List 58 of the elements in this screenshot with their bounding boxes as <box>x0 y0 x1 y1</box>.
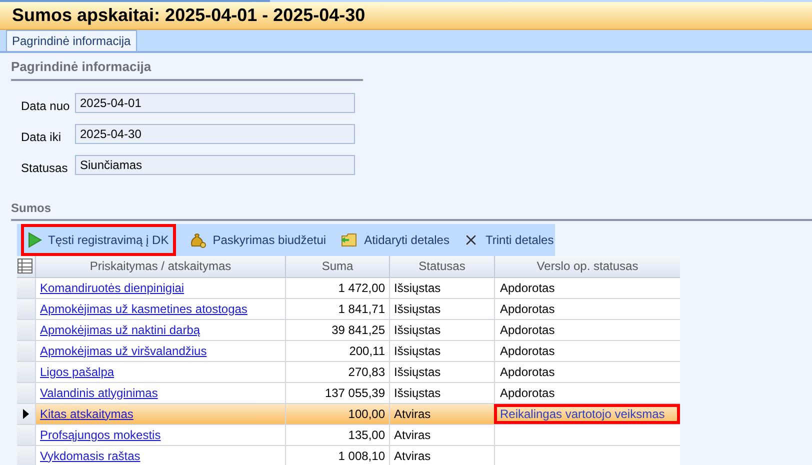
text-field[interactable]: 2025-04-30 <box>75 124 355 144</box>
link[interactable]: Kitas atskaitymas <box>40 404 134 422</box>
link[interactable]: Apmokėjimas už viršvalandžius <box>40 342 207 360</box>
table-cell: Išsiųstas <box>389 278 494 298</box>
table-cell: Apdorotas <box>494 382 680 402</box>
table-cell: 100,00 <box>285 404 389 424</box>
column-header[interactable]: Verslo op. statusas <box>494 256 680 276</box>
column-header[interactable]: Statusas <box>389 256 494 276</box>
table-cell: Atviras <box>389 446 494 465</box>
table-cell: Išsiųstas <box>389 320 494 340</box>
table-cell: Apdorotas <box>494 320 680 340</box>
link[interactable]: Apmokėjimas už kasmetines atostogas <box>40 300 248 318</box>
table-cell: Atviras <box>389 424 494 444</box>
field-label: Data iki <box>21 128 62 146</box>
toolbar-button[interactable]: Atidaryti detales <box>333 224 456 256</box>
table-cell: Apdorotas <box>494 298 680 318</box>
column-header[interactable]: Priskaitymas / atskaitymas <box>35 256 285 276</box>
row-header[interactable] <box>17 404 35 424</box>
link[interactable]: Komandiruotės dienpinigiai <box>40 278 184 296</box>
link[interactable]: Ligos pašalpa <box>40 362 114 380</box>
folder-icon <box>340 232 358 248</box>
table-cell: 1 472,00 <box>285 278 389 298</box>
table-cell: Apdorotas <box>494 340 680 360</box>
toolbar-button[interactable]: Trinti detales <box>456 224 561 256</box>
table-cell: 270,83 <box>285 362 389 382</box>
section-heading: Sumos <box>11 200 52 214</box>
toolbar-button[interactable]: Tęsti registravimą į DK <box>21 224 176 256</box>
link[interactable]: Profsąjungos mokestis <box>40 426 161 444</box>
table-cell: 135,00 <box>285 424 389 444</box>
table-cell: Išsiųstas <box>389 362 494 382</box>
section-heading: Pagrindinė informacija <box>11 59 152 74</box>
toolbar-button[interactable]: Paskyrimas biudžetui <box>182 224 334 256</box>
table-cell: 200,11 <box>285 340 389 360</box>
play-icon <box>28 232 42 248</box>
money-bag-icon <box>188 232 207 248</box>
link[interactable]: Apmokėjimas už naktini darbą <box>40 320 200 338</box>
window-title: Sumos apskaitai: 2025-04-01 - 2025-04-30 <box>0 2 812 30</box>
link[interactable]: Vykdomasis raštas <box>40 446 140 464</box>
table-cell: Apdorotas <box>494 362 680 382</box>
table-cell: 137 055,39 <box>285 382 389 402</box>
table-cell: Atviras <box>389 404 494 424</box>
current-row-icon <box>23 408 29 418</box>
link[interactable]: Valandinis atlyginimas <box>40 384 158 402</box>
field-label: Statusas <box>21 160 69 176</box>
column-header[interactable]: Suma <box>285 256 389 276</box>
text-field[interactable]: Siunčiamas <box>75 154 355 174</box>
grid-icon <box>17 258 33 274</box>
table-cell: Apdorotas <box>494 278 680 298</box>
table-cell: Išsiųstas <box>389 382 494 402</box>
tab[interactable]: Pagrindinė informacija <box>6 30 137 51</box>
table-cell: Išsiųstas <box>389 298 494 318</box>
field-label: Data nuo <box>21 98 71 114</box>
table-cell: 1 008,10 <box>285 446 389 465</box>
table-cell: 39 841,25 <box>285 320 389 340</box>
table-cell: Išsiųstas <box>389 340 494 360</box>
table-cell: 1 841,71 <box>285 298 389 318</box>
text-field[interactable]: 2025-04-01 <box>75 92 355 112</box>
table-cell: Reikalingas vartotojo veiksmas <box>494 404 680 424</box>
